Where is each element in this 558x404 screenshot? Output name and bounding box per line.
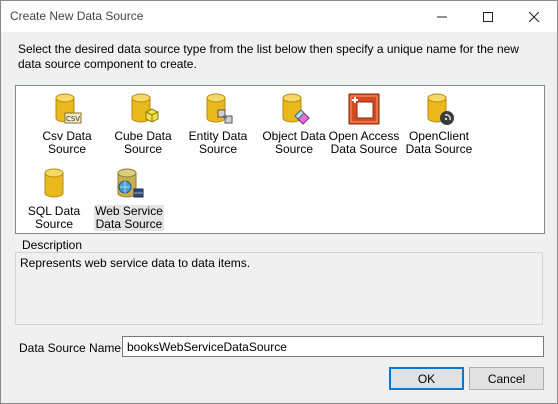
web-service-database-icon [117,168,144,198]
maximize-icon [483,11,493,22]
item-label: SQL Data Source [27,204,81,231]
item-label: Csv Data Source [42,129,92,156]
description-group: Represents web service data to data item… [15,238,543,325]
cube-database-icon [131,93,159,123]
minimize-button[interactable] [419,1,465,32]
openclient-database-icon [427,93,454,125]
list-item-csv-data-source[interactable]: CSV Csv Data Source [29,90,105,160]
data-source-type-list[interactable]: CSV Csv Data Source Cube Data Source Ent… [15,85,545,234]
maximize-button[interactable] [465,1,511,32]
item-label: Entity Data Source [188,129,248,156]
entity-database-icon [206,93,233,124]
description-title: Description [22,238,83,252]
list-item-web-service-data-source[interactable]: Web Service Data Source [91,165,167,235]
object-database-icon [282,93,310,125]
list-item-openclient-data-source[interactable]: OpenClient Data Source [396,90,482,160]
description-box: Represents web service data to data item… [15,252,543,325]
sql-database-icon [44,168,64,198]
title-bar: Create New Data Source [1,1,557,32]
open-access-icon [348,93,380,125]
item-label: Web Service Data Source [94,204,164,231]
instructions-text: Select the desired data source type from… [18,42,519,71]
ok-button[interactable]: OK [389,367,464,390]
item-label: Open Access Data Source [328,129,400,156]
dialog-window: Create New Data Source Select the desire… [0,0,558,404]
list-item-cube-data-source[interactable]: Cube Data Source [105,90,181,160]
data-source-name-input[interactable] [122,336,544,357]
item-label: OpenClient Data Source [405,129,473,156]
cancel-button[interactable]: Cancel [469,367,544,390]
close-button[interactable] [511,1,557,32]
data-source-name-label: Data Source Name: [19,341,125,355]
close-icon [529,11,539,22]
description-text: Represents web service data to data item… [20,256,251,270]
minimize-icon [437,16,447,17]
csv-database-icon: CSV [55,93,82,124]
item-label: Cube Data Source [114,129,172,156]
list-item-entity-data-source[interactable]: Entity Data Source [180,90,256,160]
svg-text:CSV: CSV [66,115,80,123]
window-title: Create New Data Source [10,9,144,23]
list-item-sql-data-source[interactable]: SQL Data Source [16,165,92,235]
